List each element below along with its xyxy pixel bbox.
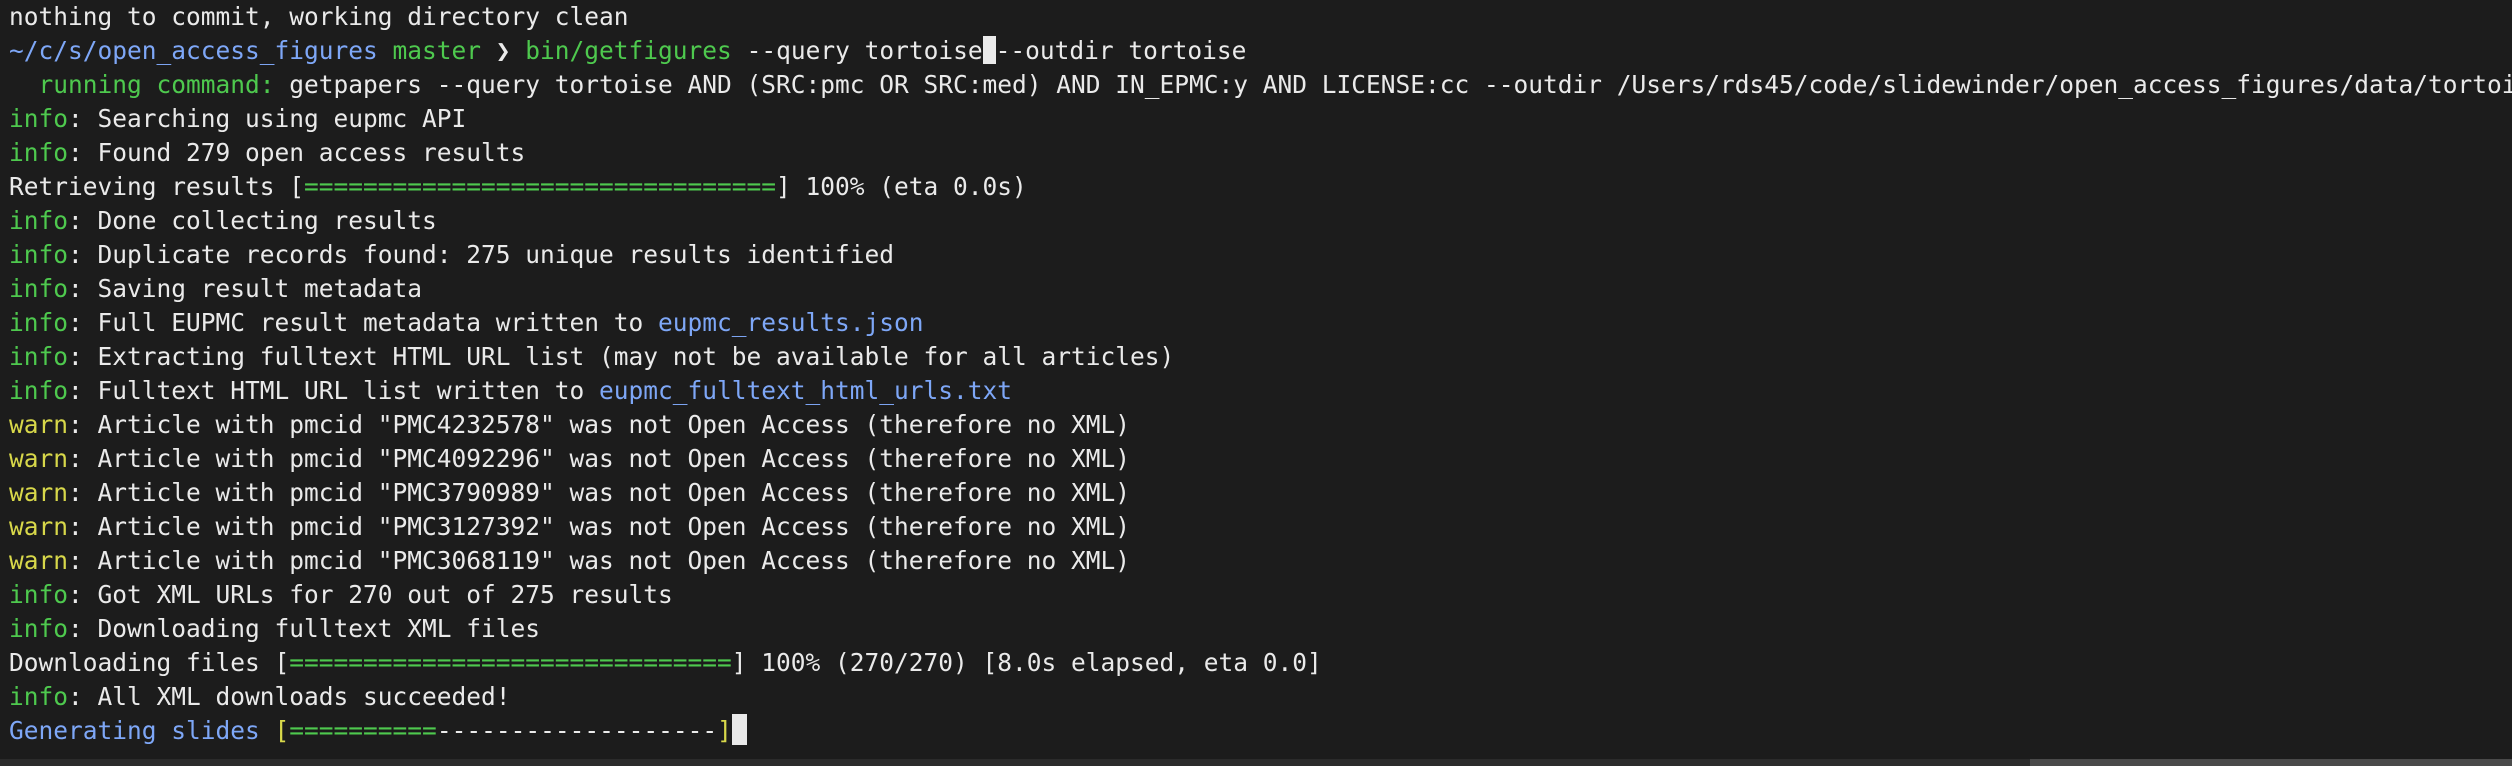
log-text: : Searching using eupmc API <box>68 104 467 133</box>
log-text: : Fulltext HTML URL list written to <box>68 376 600 405</box>
text-cursor <box>982 36 996 64</box>
generating-bracket-open: [ <box>274 716 290 745</box>
log-text: : Found 279 open access results <box>68 138 526 167</box>
log-line: info: Searching using eupmc API <box>9 102 466 136</box>
git-status-text: nothing to commit, working directory cle… <box>9 2 629 31</box>
log-text: : Done collecting results <box>68 206 437 235</box>
warn-label: warn <box>9 478 69 507</box>
info-label: info <box>9 308 69 337</box>
info-label: info <box>9 682 69 711</box>
info-label: info <box>9 342 69 371</box>
log-line: info: Done collecting results <box>9 204 437 238</box>
prompt-args-before-cursor: --query tortoise <box>731 36 983 65</box>
log-text: : Full EUPMC result metadata written to <box>68 308 659 337</box>
generating-progress-line: Generating slides [==========-----------… <box>9 714 747 748</box>
retrieving-progress-bar: ================================ <box>304 172 777 201</box>
log-text: : All XML downloads succeeded! <box>68 682 511 711</box>
info-label: info <box>9 274 69 303</box>
running-command-text: getpapers --query tortoise AND (SRC:pmc … <box>274 70 2512 99</box>
retrieving-suffix: ] 100% (eta 0.0s) <box>776 172 1027 201</box>
bottom-scrollbar-thumb[interactable] <box>2030 759 2512 766</box>
prompt-branch: master <box>377 36 482 65</box>
downloading-progress-bar: ============================== <box>289 648 732 677</box>
warn-line: warn: Article with pmcid "PMC3068119" wa… <box>9 544 1130 578</box>
log-text: : Article with pmcid "PMC4232578" was no… <box>68 410 1131 439</box>
info-label: info <box>9 240 69 269</box>
log-text: : Article with pmcid "PMC3127392" was no… <box>68 512 1131 541</box>
generating-space <box>260 716 275 745</box>
downloading-progress-line: Downloading files [=====================… <box>9 646 1322 680</box>
info-label: info <box>9 376 69 405</box>
log-line: info: Extracting fulltext HTML URL list … <box>9 340 1174 374</box>
warn-label: warn <box>9 444 69 473</box>
fulltext-urls-filename[interactable]: eupmc_fulltext_html_urls.txt <box>599 376 1012 405</box>
git-status-line: nothing to commit, working directory cle… <box>9 0 629 34</box>
log-text: : Got XML URLs for 270 out of 275 result… <box>68 580 673 609</box>
generating-progress-empty: ------------------- <box>436 716 718 745</box>
info-label: info <box>9 104 69 133</box>
prompt-line[interactable]: ~/c/s/open_access_figures master ❯ bin/g… <box>9 34 1246 68</box>
log-text: : Extracting fulltext HTML URL list (may… <box>68 342 1175 371</box>
info-label: info <box>9 614 69 643</box>
info-label: info <box>9 138 69 167</box>
log-text: : Article with pmcid "PMC3790989" was no… <box>68 478 1131 507</box>
warn-line: warn: Article with pmcid "PMC4092296" wa… <box>9 442 1130 476</box>
log-line: info: All XML downloads succeeded! <box>9 680 511 714</box>
prompt-arrow-icon: ❯ <box>481 36 526 65</box>
log-text: : Article with pmcid "PMC4092296" was no… <box>68 444 1131 473</box>
generating-label: Generating slides <box>9 716 260 745</box>
info-label: info <box>9 206 69 235</box>
results-json-filename[interactable]: eupmc_results.json <box>658 308 924 337</box>
prompt-args-after-cursor: --outdir tortoise <box>995 36 1247 65</box>
info-label: info <box>9 580 69 609</box>
warn-label: warn <box>9 512 69 541</box>
log-text: : Downloading fulltext XML files <box>68 614 541 643</box>
log-line: info: Got XML URLs for 270 out of 275 re… <box>9 578 673 612</box>
warn-line: warn: Article with pmcid "PMC4232578" wa… <box>9 408 1130 442</box>
warn-label: warn <box>9 410 69 439</box>
retrieving-progress-line: Retrieving results [====================… <box>9 170 1027 204</box>
log-text: : Article with pmcid "PMC3068119" was no… <box>68 546 1131 575</box>
log-line: info: Fulltext HTML URL list written to … <box>9 374 1012 408</box>
generating-progress-filled: ========== <box>289 716 437 745</box>
warn-line: warn: Article with pmcid "PMC3127392" wa… <box>9 510 1130 544</box>
log-line: info: Duplicate records found: 275 uniqu… <box>9 238 894 272</box>
log-line: info: Downloading fulltext XML files <box>9 612 540 646</box>
downloading-label: Downloading files [ <box>9 648 290 677</box>
log-line: info: Found 279 open access results <box>9 136 525 170</box>
log-text: : Duplicate records found: 275 unique re… <box>68 240 895 269</box>
running-command-line: running command: getpapers --query torto… <box>9 68 2512 102</box>
warn-line: warn: Article with pmcid "PMC3790989" wa… <box>9 476 1130 510</box>
terminal-window[interactable]: nothing to commit, working directory cle… <box>0 0 2512 766</box>
log-text: : Saving result metadata <box>68 274 423 303</box>
downloading-suffix: ] 100% (270/270) [8.0s elapsed, eta 0.0] <box>731 648 1322 677</box>
running-command-label: running command: <box>9 70 275 99</box>
generating-bracket-close: ] <box>717 716 732 745</box>
prompt-path: ~/c/s/open_access_figures <box>9 36 378 65</box>
block-cursor <box>731 714 747 745</box>
retrieving-label: Retrieving results [ <box>9 172 305 201</box>
prompt-command: bin/getfigures <box>525 36 732 65</box>
log-line: info: Saving result metadata <box>9 272 422 306</box>
warn-label: warn <box>9 546 69 575</box>
log-line: info: Full EUPMC result metadata written… <box>9 306 924 340</box>
